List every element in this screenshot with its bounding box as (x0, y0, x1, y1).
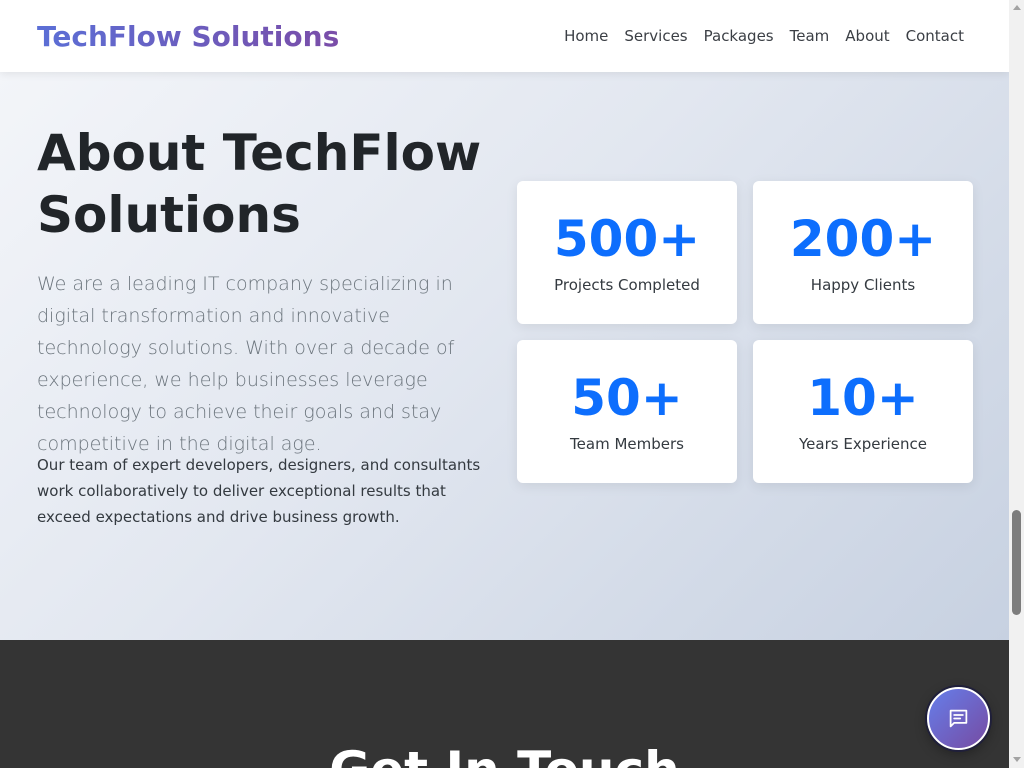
stat-card-clients: 200+ Happy Clients (753, 181, 973, 324)
scroll-down-arrow-icon[interactable] (1013, 757, 1021, 762)
nav-link-about[interactable]: About (845, 27, 889, 45)
stat-label: Projects Completed (554, 276, 700, 294)
stat-value: 10+ (807, 369, 919, 427)
stat-value: 500+ (553, 210, 701, 268)
stat-value: 50+ (571, 369, 683, 427)
page-scrollbar[interactable] (1009, 0, 1024, 768)
stat-card-experience: 10+ Years Experience (753, 340, 973, 483)
nav-item-home: Home (564, 26, 608, 46)
nav-item-services: Services (624, 26, 687, 46)
nav-link-services[interactable]: Services (624, 27, 687, 45)
contact-section: Get In Touch (0, 640, 1009, 768)
nav-link-packages[interactable]: Packages (704, 27, 774, 45)
nav-item-about: About (845, 26, 889, 46)
stat-label: Team Members (570, 435, 684, 453)
scrollbar-thumb[interactable] (1012, 510, 1021, 615)
chat-message-icon (949, 709, 968, 728)
contact-title: Get In Touch (0, 740, 1009, 768)
main-navigation: Home Services Packages Team About Contac… (564, 26, 964, 46)
nav-item-packages: Packages (704, 26, 774, 46)
nav-link-contact[interactable]: Contact (906, 27, 964, 45)
stat-value: 200+ (789, 210, 937, 268)
nav-item-contact: Contact (906, 26, 964, 46)
stat-label: Happy Clients (810, 276, 916, 294)
page: TechFlow Solutions Home Services Package… (0, 0, 1009, 768)
nav-link-team[interactable]: Team (790, 27, 830, 45)
stat-card-team: 50+ Team Members (517, 340, 737, 483)
stat-card-projects: 500+ Projects Completed (517, 181, 737, 324)
scroll-up-arrow-icon[interactable] (1013, 5, 1021, 10)
site-header: TechFlow Solutions Home Services Package… (0, 0, 1009, 72)
about-body-paragraph: Our team of expert developers, designers… (37, 456, 481, 526)
about-title: About TechFlow Solutions (37, 124, 482, 244)
stat-label: Years Experience (799, 435, 927, 453)
nav-link-home[interactable]: Home (564, 27, 608, 45)
nav-item-team: Team (790, 26, 830, 46)
about-lead-paragraph: We are a leading IT company specializing… (37, 273, 455, 455)
about-section: About TechFlow Solutions We are a leadin… (0, 72, 1009, 640)
brand-logo[interactable]: TechFlow Solutions (37, 19, 339, 55)
chat-button[interactable] (927, 687, 990, 750)
